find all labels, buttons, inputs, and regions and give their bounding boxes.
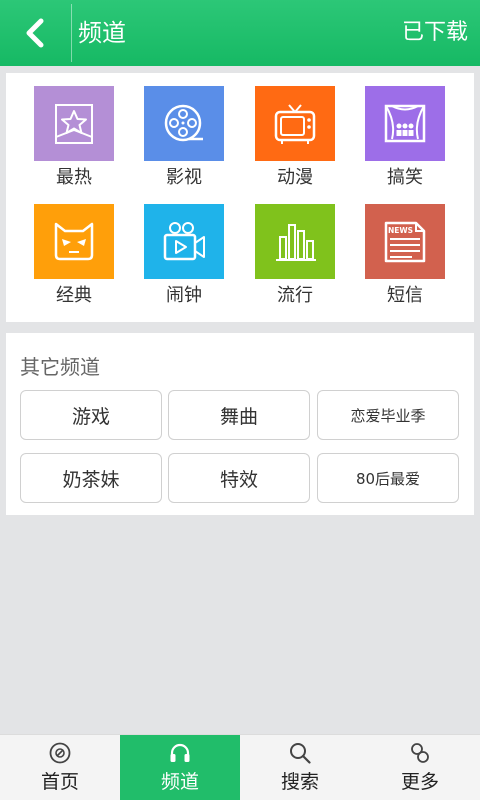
channel-label: 影视	[166, 167, 202, 188]
channel-label: 最热	[56, 167, 92, 188]
channel-tile-sms[interactable]: NEWS 短信	[364, 204, 446, 307]
tab-label: 搜索	[280, 771, 319, 793]
channel-tile-icon-bg	[34, 86, 114, 161]
channel-tile-anime[interactable]: 动漫	[254, 86, 336, 189]
channel-tile-alarm[interactable]: 闹钟	[143, 204, 225, 307]
channel-label: 短信	[387, 285, 423, 306]
channel-label: 流行	[277, 285, 313, 306]
headphones-icon	[170, 743, 190, 762]
channel-tile-icon-bg	[365, 86, 445, 161]
demon-face-icon	[54, 222, 94, 260]
channel-tile-classic[interactable]: 经典	[33, 204, 115, 307]
video-camera-icon	[163, 221, 205, 260]
back-button[interactable]	[0, 0, 70, 66]
tv-icon	[274, 103, 316, 144]
channel-tile-icon-bg	[255, 86, 335, 161]
tag-button-effects[interactable]: 特效	[168, 453, 310, 503]
bar-chart-icon	[276, 223, 316, 261]
channel-label: 动漫	[277, 167, 313, 188]
tab-search[interactable]: 搜索	[240, 735, 360, 800]
tag-button-games[interactable]: 游戏	[20, 390, 162, 440]
tag-button-dance[interactable]: 舞曲	[168, 390, 310, 440]
channel-tile-funny[interactable]: 搞笑	[364, 86, 446, 189]
downloaded-button[interactable]: 已下载	[398, 0, 472, 66]
page-title: 频道	[78, 19, 126, 47]
more-icon	[411, 743, 429, 763]
channel-tile-icon-bg	[34, 204, 114, 279]
star-icon	[55, 103, 93, 144]
film-reel-icon	[164, 104, 203, 141]
channel-tile-icon-bg	[255, 204, 335, 279]
tab-more[interactable]: 更多	[360, 735, 480, 800]
header-divider	[71, 4, 72, 62]
title-bar: 频道 已下载	[0, 0, 480, 66]
bottom-tab-bar: 首页 频道 搜索 更多	[0, 734, 480, 800]
tag-button-80s-favorite[interactable]: 80后最爱	[317, 453, 459, 503]
back-arrow-icon	[26, 18, 44, 48]
channel-label: 经典	[56, 285, 92, 306]
tab-label: 更多	[400, 771, 439, 793]
channel-tile-pop[interactable]: 流行	[254, 204, 336, 307]
other-channels-panel: 其它频道 游戏 舞曲 恋爱毕业季 奶茶妹 特效 80后最爱	[6, 333, 474, 515]
channel-tile-icon-bg: NEWS	[365, 204, 445, 279]
channel-label: 搞笑	[387, 167, 423, 188]
tab-channels[interactable]: 频道	[120, 735, 240, 800]
channel-tile-hot[interactable]: 最热	[33, 86, 115, 189]
channel-tile-film[interactable]: 影视	[143, 86, 225, 189]
channel-tile-icon-bg	[144, 86, 224, 161]
tag-button-love-graduation[interactable]: 恋爱毕业季	[317, 390, 459, 440]
tab-label: 频道	[160, 771, 199, 793]
tab-label: 首页	[40, 771, 79, 793]
disc-icon	[49, 742, 71, 764]
channel-label: 闹钟	[166, 285, 202, 306]
channel-tile-icon-bg	[144, 204, 224, 279]
news-text: NEWS	[388, 226, 413, 235]
newspaper-icon: NEWS	[384, 221, 426, 262]
other-channels-title: 其它频道	[20, 355, 100, 379]
tag-button-milk-tea-girl[interactable]: 奶茶妹	[20, 453, 162, 503]
stage-icon	[384, 104, 426, 142]
search-icon	[290, 743, 311, 764]
channel-grid: 最热 影视 动漫 搞笑 经典 闹钟 流行 NEWS 短信	[6, 73, 474, 322]
tab-home[interactable]: 首页	[0, 735, 120, 800]
